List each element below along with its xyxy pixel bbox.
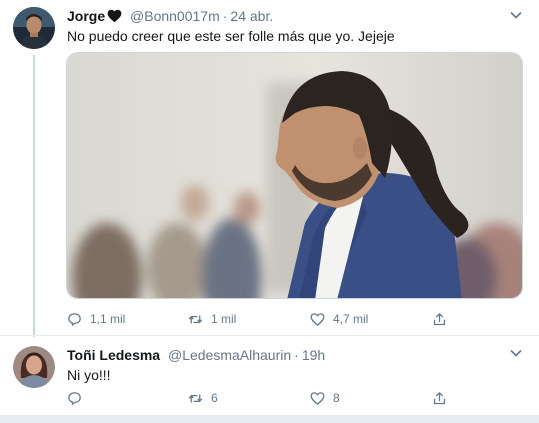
timestamp[interactable]: 24 abr. — [230, 8, 273, 24]
tweet-text: Ni yo!!! — [67, 367, 111, 383]
retweet-button[interactable]: 6 — [187, 388, 218, 408]
like-button[interactable]: 8 — [309, 388, 340, 408]
author-handle[interactable]: @Bonn0017m — [130, 8, 220, 24]
reply-count: 1,1 mil — [90, 312, 126, 326]
author-name[interactable]: Toñi Ledesma — [67, 347, 160, 363]
share-button[interactable] — [431, 388, 448, 408]
black-heart-icon — [107, 9, 122, 27]
reply-button[interactable]: 1,1 mil — [66, 309, 125, 329]
share-button[interactable] — [431, 309, 448, 329]
heart-icon — [310, 391, 325, 405]
like-count: 8 — [333, 391, 340, 405]
tweet-text: No puedo creer que este ser folle más qu… — [67, 28, 395, 44]
share-icon — [433, 312, 446, 325]
avatar[interactable] — [13, 7, 55, 49]
heart-icon — [310, 312, 325, 326]
author-name[interactable]: Jorge — [67, 8, 105, 24]
timeline-divider — [0, 415, 539, 423]
reply-button[interactable] — [66, 388, 90, 408]
timestamp[interactable]: 19h — [302, 347, 325, 363]
tweet-actions: 1,1 mil 1 mil 4,7 mil — [66, 309, 466, 329]
retweet-count: 6 — [211, 391, 218, 405]
chevron-down-icon[interactable] — [509, 346, 523, 360]
reply-icon — [68, 312, 81, 326]
tweet-actions: 6 8 — [66, 388, 466, 408]
separator-dot: · — [294, 347, 299, 363]
retweet-icon — [188, 314, 203, 324]
chevron-down-icon[interactable] — [509, 8, 523, 22]
tweet[interactable]: Jorge @Bonn0017m · 24 abr. No puedo creer … — [0, 0, 539, 337]
like-count: 4,7 mil — [333, 312, 369, 326]
retweet-icon — [188, 393, 203, 403]
reply-icon — [68, 391, 81, 405]
author-handle[interactable]: @LedesmaAlhaurin — [168, 347, 291, 363]
like-button[interactable]: 4,7 mil — [309, 309, 368, 329]
tweet-photo[interactable] — [66, 52, 523, 299]
tweet-header: Jorge @Bonn0017m · 24 abr. — [67, 7, 273, 27]
avatar[interactable] — [13, 346, 55, 388]
retweet-count: 1 mil — [211, 312, 237, 326]
thread-line — [33, 55, 35, 337]
tweet[interactable]: Toñi Ledesma @LedesmaAlhaurin · 19h Ni yo!… — [0, 335, 539, 415]
share-icon — [433, 391, 446, 404]
separator-dot: · — [222, 8, 228, 24]
tweet-header: Toñi Ledesma @LedesmaAlhaurin · 19h — [67, 346, 325, 364]
retweet-button[interactable]: 1 mil — [187, 309, 236, 329]
